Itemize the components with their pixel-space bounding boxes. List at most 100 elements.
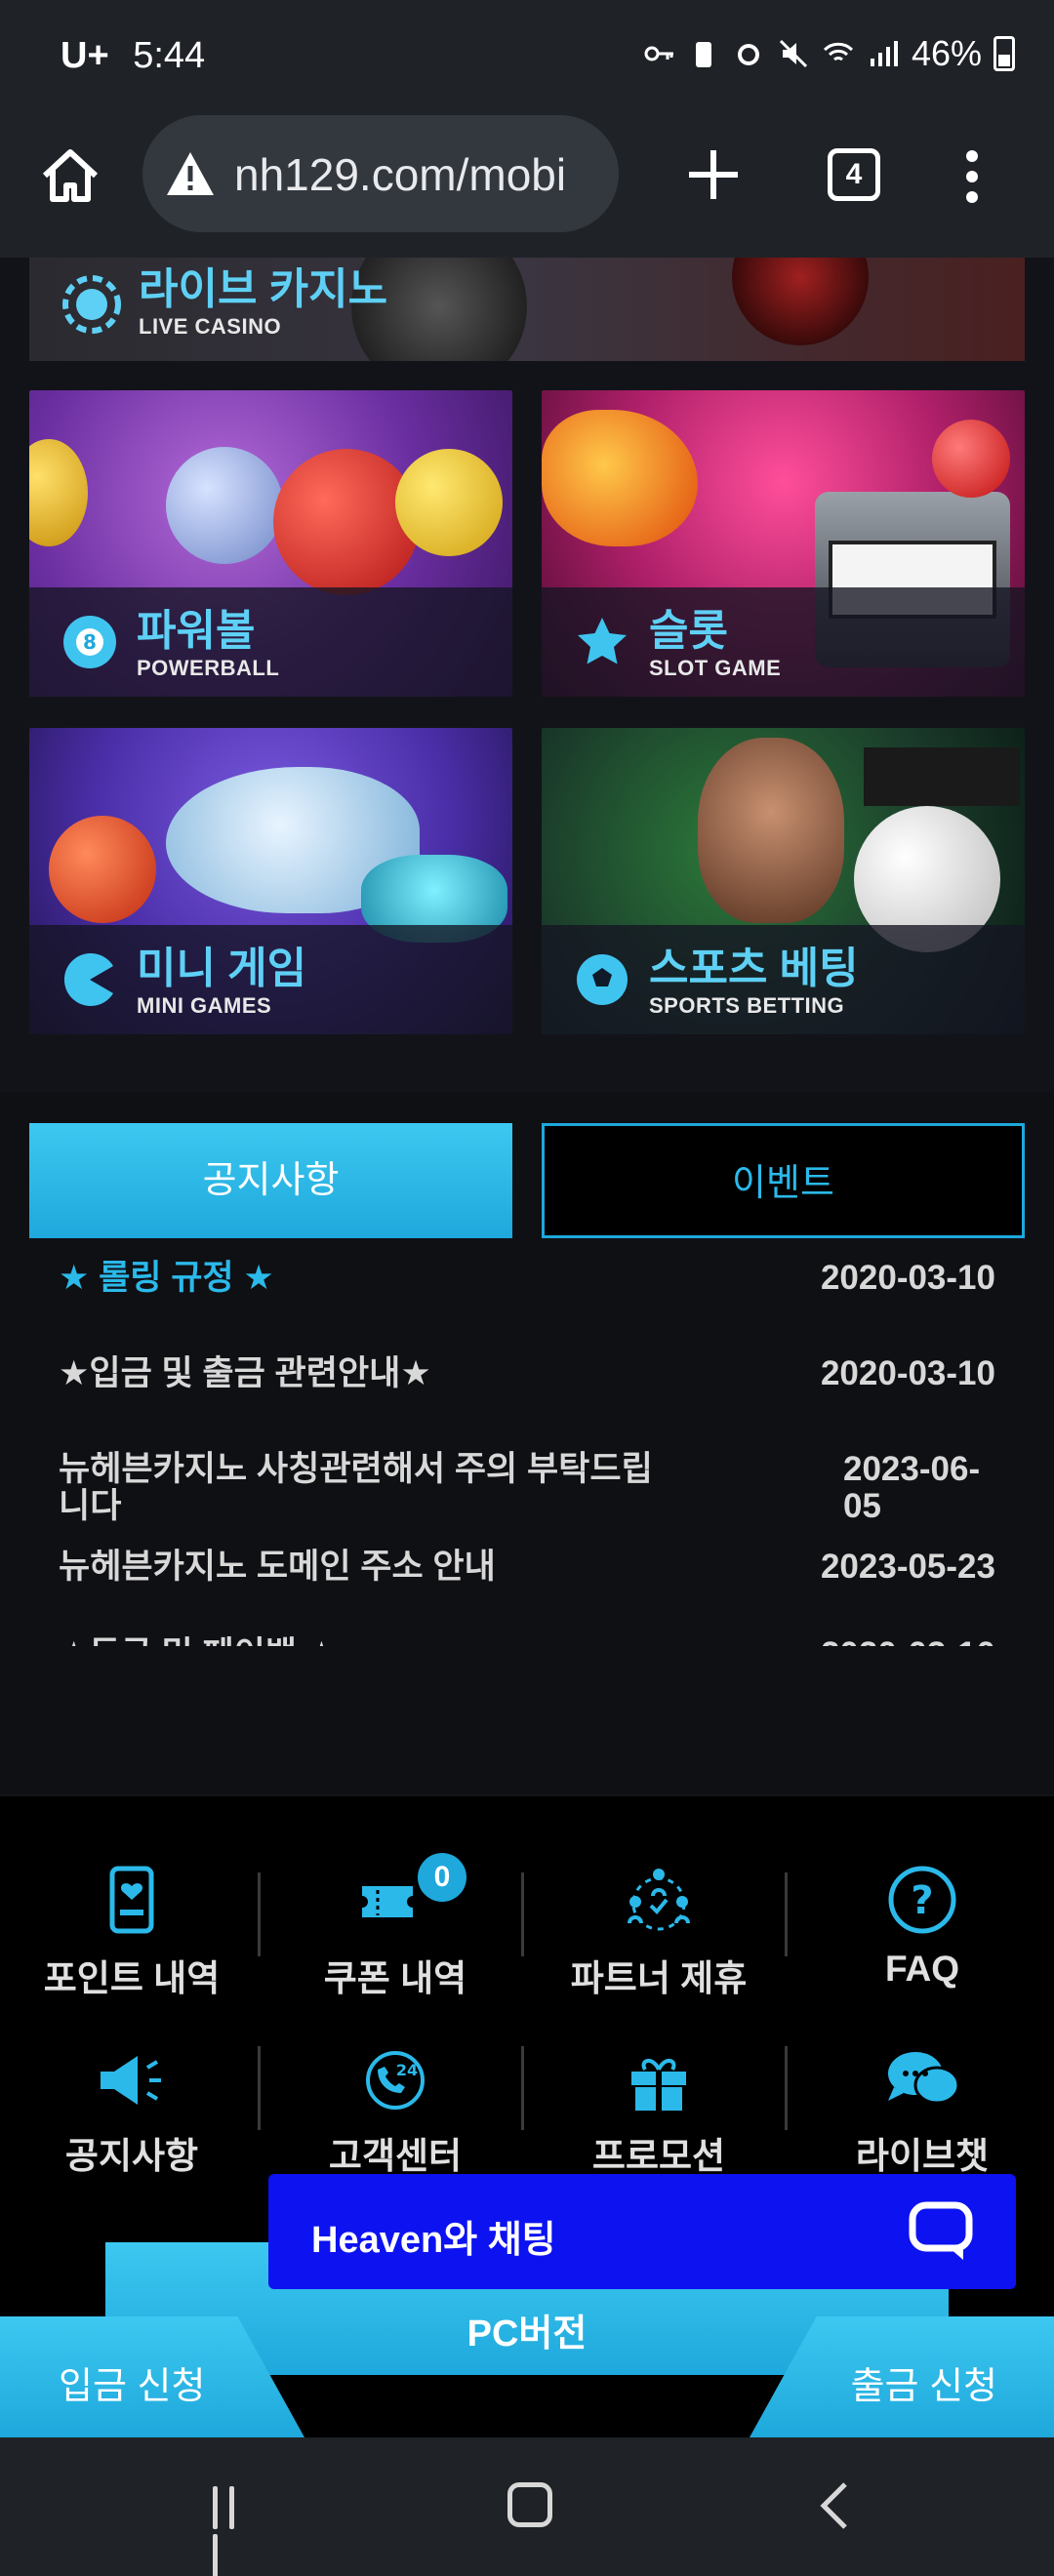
- wifi-icon: [823, 42, 853, 61]
- divider: [785, 2046, 788, 2130]
- status-right: 46%: [642, 33, 1015, 74]
- notice-date: 2023-05-23: [820, 1548, 995, 1586]
- tab-event[interactable]: 이벤트: [542, 1123, 1025, 1238]
- ball-decoration: [273, 449, 420, 595]
- mini-games-label: 미니 게임 MINI GAMES: [137, 945, 306, 1019]
- ball-decoration: [166, 447, 283, 564]
- system-navigation-bar: [0, 2437, 1054, 2576]
- menu-label: FAQ: [884, 1949, 960, 1989]
- notice-title[interactable]: ★입금 및 출금 관련안내★: [59, 1355, 683, 1392]
- home-icon[interactable]: [35, 142, 105, 213]
- withdraw-label: 출금 신청: [850, 2366, 997, 2407]
- new-tab-icon[interactable]: [679, 141, 748, 209]
- live-casino-title: 라이브 카지노: [139, 265, 388, 313]
- coupon-count-badge: 0: [418, 1853, 466, 1902]
- star-icon: [578, 618, 627, 664]
- mini-games-title: 미니 게임: [137, 945, 307, 992]
- menu-faq[interactable]: ? FAQ: [790, 1865, 1054, 1990]
- clock: 5:44: [133, 35, 206, 76]
- soccer-ball-icon: [577, 954, 628, 1005]
- live-casino-banner[interactable]: 라이브 카지노 LIVE CASINO: [29, 258, 1025, 361]
- notice-date: 2020-03-10: [820, 1354, 995, 1392]
- notice-title[interactable]: ★ 롤링 규정 ★: [59, 1260, 683, 1297]
- svg-text:8: 8: [83, 630, 97, 654]
- sports-subtitle: SPORTS BETTING: [649, 993, 845, 1018]
- slot-game-tile[interactable]: 슬롯 SLOT GAME: [542, 390, 1025, 697]
- menu-coupon[interactable]: 0 쿠폰 내역: [264, 1853, 527, 2001]
- powerball-subtitle: POWERBALL: [137, 656, 280, 680]
- support-24-icon: 24: [366, 2051, 425, 2110]
- powerball-icon: 8: [63, 616, 116, 668]
- pacman-icon: [63, 953, 113, 1006]
- notice-title[interactable]: ★등급 및 페이백 ★: [59, 1636, 683, 1647]
- roulette-decoration: [732, 258, 869, 345]
- powerball-tile[interactable]: 8 파워볼 POWERBALL: [29, 390, 512, 697]
- battery-percent: 46%: [911, 33, 982, 73]
- powerball-label: 파워볼 POWERBALL: [137, 607, 279, 681]
- flame-decoration: [542, 410, 698, 546]
- menu-label: 파트너 제휴: [570, 1958, 748, 1998]
- powerball-title: 파워볼: [137, 607, 256, 655]
- menu-partner[interactable]: 파트너 제휴: [527, 1865, 790, 2001]
- sports-title: 스포츠 베팅: [649, 945, 859, 992]
- notice-date: 2020-03-10: [820, 1259, 995, 1297]
- divider: [785, 1872, 788, 1956]
- player-decoration: [698, 738, 844, 923]
- menu-label: 고객센터: [328, 2136, 463, 2176]
- recent-apps-icon[interactable]: [213, 2486, 262, 2576]
- coin-decoration: [29, 439, 88, 546]
- status-left: U+ 5:44: [61, 35, 205, 77]
- partner-icon: [628, 1869, 690, 1931]
- divider: [521, 1872, 524, 1956]
- divider: [521, 2046, 524, 2130]
- sports-label: 스포츠 베팅 SPORTS BETTING: [649, 945, 859, 1019]
- live-chat-icon: [888, 2052, 960, 2105]
- screen-decoration: [864, 747, 1020, 806]
- menu-live-chat[interactable]: 라이브챗: [790, 2048, 1054, 2179]
- svg-text:24: 24: [396, 2061, 418, 2079]
- notice-title[interactable]: 뉴헤븐카지노 도메인 주소 안내: [59, 1549, 683, 1586]
- status-bar: U+ 5:44 46%: [0, 0, 1054, 115]
- ball-decoration: [395, 449, 503, 556]
- battery-saver-icon: [695, 42, 711, 67]
- live-casino-subtitle: LIVE CASINO: [139, 314, 282, 339]
- point-history-icon: [109, 1866, 154, 1934]
- carrier-label: U+: [61, 35, 109, 76]
- menu-label: 쿠폰 내역: [323, 1958, 467, 1998]
- chat-label: Heaven와 채팅: [311, 2220, 556, 2261]
- slot-label: 슬롯 SLOT GAME: [649, 607, 781, 681]
- battery-icon: [993, 36, 1015, 71]
- mini-games-subtitle: MINI GAMES: [137, 993, 272, 1018]
- tab-switcher-button[interactable]: 4: [828, 148, 880, 201]
- home-nav-icon[interactable]: [507, 2482, 552, 2527]
- more-menu-icon[interactable]: [953, 144, 992, 213]
- alarm-icon: [737, 44, 759, 65]
- menu-point-history[interactable]: 포인트 내역: [0, 1865, 264, 2001]
- menu-support[interactable]: 24 고객센터: [264, 2048, 527, 2179]
- divider: [258, 2046, 261, 2130]
- cherry-decoration: [932, 420, 1010, 498]
- signal-icon: [870, 41, 898, 66]
- deposit-label: 입금 신청: [59, 2366, 206, 2407]
- warning-icon[interactable]: [164, 148, 217, 199]
- page-content: 라이브 카지노 LIVE CASINO 8 파워볼 POWERBALL 슬롯 S…: [0, 258, 1054, 2355]
- url-text[interactable]: nh129.com/mobi: [234, 148, 605, 201]
- mini-games-tile[interactable]: 미니 게임 MINI GAMES: [29, 728, 512, 1034]
- notice-title[interactable]: 뉴헤븐카지노 사칭관련해서 주의 부탁드립니다: [59, 1451, 683, 1525]
- tab-notice[interactable]: 공지사항: [29, 1123, 512, 1238]
- mute-icon: [779, 39, 807, 68]
- back-icon[interactable]: [810, 2478, 863, 2533]
- chat-widget[interactable]: Heaven와 채팅: [268, 2174, 1016, 2289]
- gift-icon: [631, 2059, 686, 2111]
- sports-betting-tile[interactable]: 스포츠 베팅 SPORTS BETTING: [542, 728, 1025, 1034]
- divider: [258, 1872, 261, 1956]
- slot-title: 슬롯: [649, 607, 728, 655]
- crab-decoration: [49, 816, 156, 923]
- notice-date: 2020-03-10: [821, 1636, 995, 1647]
- address-bar[interactable]: nh129.com/mobi: [142, 115, 619, 232]
- svg-text:?: ?: [911, 1878, 933, 1923]
- notice-panel: 공지사항 이벤트 ★ 롤링 규정 ★ 2020-03-10 ★입금 및 출금 관…: [0, 1092, 1054, 1794]
- menu-promotion[interactable]: 프로모션: [527, 2048, 790, 2179]
- slot-subtitle: SLOT GAME: [649, 656, 782, 680]
- menu-notice[interactable]: 공지사항: [0, 2048, 264, 2179]
